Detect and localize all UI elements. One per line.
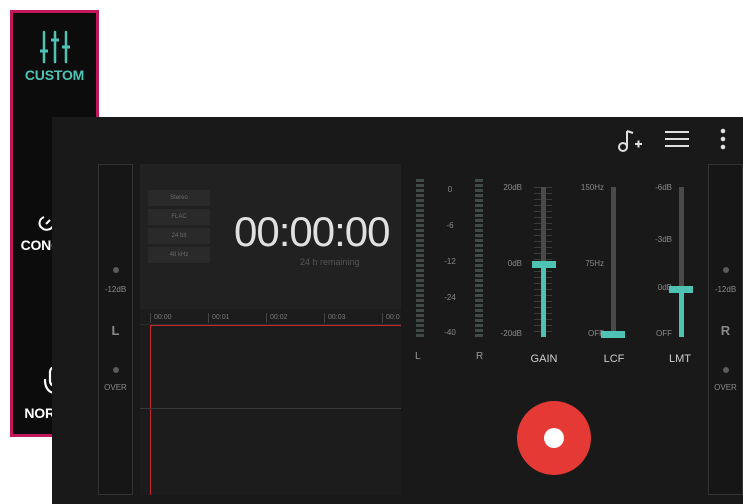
- elapsed-timer: 00:00:00: [234, 208, 390, 255]
- vu-scale: -24: [444, 293, 456, 302]
- lcf-label: LCF: [603, 353, 625, 365]
- right-channel-label: R: [720, 323, 731, 338]
- vu-meter: 0 -6 -12 -24 -40 L R: [412, 179, 492, 369]
- time-tick: 00:0: [382, 313, 400, 323]
- lmt-level: [679, 289, 684, 337]
- left-over-label: OVER: [104, 383, 127, 392]
- lmt-label: LMT: [669, 353, 691, 365]
- playhead-line: [150, 325, 401, 326]
- lcf-min-label: OFF: [588, 329, 604, 338]
- lmt-min-label: OFF: [656, 329, 672, 338]
- gain-handle[interactable]: [532, 261, 556, 268]
- recording-info-panel: Stereo FLAC 24 bit 48 kHz 00:00:00 24 h …: [140, 164, 401, 495]
- lcf-track: [611, 187, 616, 337]
- waveform-timeline[interactable]: 00:00 00:01 00:02 00:03 00:0: [140, 309, 401, 495]
- vu-scale: -40: [444, 328, 456, 337]
- gain-level: [541, 264, 546, 337]
- time-tick: 00:03: [324, 313, 346, 323]
- playhead-marker[interactable]: [150, 325, 151, 495]
- left-channel-label: L: [111, 323, 120, 338]
- mode-custom-label: CUSTOM: [24, 67, 85, 83]
- more-vertical-icon[interactable]: [718, 127, 728, 153]
- right-level-label: -12dB: [714, 285, 737, 294]
- left-channel-meter: -12dB L OVER: [98, 164, 133, 495]
- vu-scale: -12: [444, 257, 456, 266]
- record-dot-icon: [544, 428, 564, 448]
- format-samplerate: 48 kHz: [148, 247, 210, 263]
- gain-fader[interactable]: 20dB 0dB -20dB GAIN: [501, 183, 592, 373]
- lmt-zero-label: 0dB: [657, 283, 672, 292]
- lmt-mid-label: -3dB: [655, 235, 672, 244]
- peak-indicator: [723, 267, 729, 273]
- sliders-icon: [39, 30, 70, 64]
- lcf-handle[interactable]: [601, 331, 625, 338]
- over-indicator: [723, 367, 729, 373]
- vu-right-label: R: [476, 351, 484, 362]
- vu-left-bar: [416, 179, 424, 337]
- right-over-label: OVER: [714, 383, 737, 392]
- format-bitdepth: 24 bit: [148, 228, 210, 244]
- over-indicator: [113, 367, 119, 373]
- time-ruler: 00:00 00:01 00:02 00:03 00:0: [140, 313, 401, 325]
- format-channels: Stereo: [148, 190, 210, 206]
- gain-max-label: 20dB: [503, 183, 522, 192]
- right-channel-meter: -12dB R OVER: [708, 164, 743, 495]
- music-note-add-icon[interactable]: [615, 127, 643, 155]
- hamburger-menu-icon[interactable]: [664, 127, 690, 151]
- vu-left-label: L: [415, 351, 421, 362]
- time-tick: 00:02: [266, 313, 288, 323]
- time-tick: 00:00: [150, 313, 172, 323]
- vu-scale: 0: [447, 185, 453, 194]
- left-level-label: -12dB: [104, 285, 127, 294]
- gain-label: GAIN: [530, 353, 558, 365]
- time-tick: 00:01: [208, 313, 230, 323]
- mode-custom[interactable]: CUSTOM: [13, 29, 96, 83]
- record-button[interactable]: [517, 401, 591, 475]
- recorder-screen: -12dB L OVER Stereo FLAC 24 bit 48 kHz 0…: [52, 117, 743, 504]
- format-codec: FLAC: [148, 209, 210, 225]
- vu-scale: -6: [446, 221, 454, 230]
- gain-min-label: -20dB: [500, 329, 522, 338]
- lcf-max-label: 150Hz: [580, 183, 604, 192]
- vu-right-bar: [475, 179, 483, 337]
- recording-status: Stereo FLAC 24 bit 48 kHz 00:00:00 24 h …: [140, 164, 401, 309]
- gain-mid-label: 0dB: [507, 259, 522, 268]
- lcf-mid-label: 75Hz: [585, 259, 604, 268]
- lcf-fader[interactable]: 150Hz 75Hz OFF LCF: [581, 183, 668, 373]
- lmt-handle[interactable]: [669, 286, 693, 293]
- lmt-max-label: -6dB: [655, 183, 672, 192]
- time-remaining: 24 h remaining: [300, 257, 360, 267]
- waveform-center-line: [140, 408, 401, 409]
- peak-indicator: [113, 267, 119, 273]
